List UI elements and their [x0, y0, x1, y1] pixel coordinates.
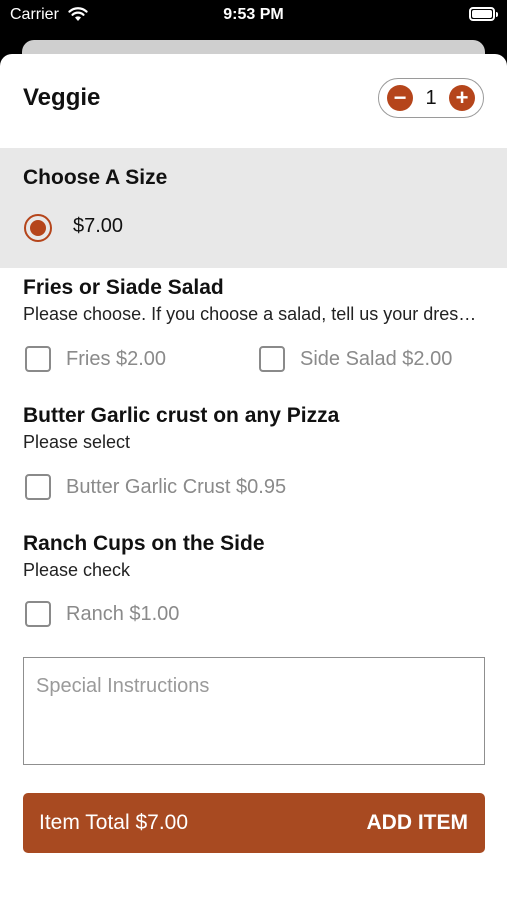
status-bar: Carrier 9:53 PM — [0, 0, 507, 32]
ranch-checkbox[interactable] — [25, 601, 51, 627]
item-options-sheet: Veggie − 1 + Choose A Size $7.00 Fries o… — [0, 54, 507, 900]
fries-option-label: Fries $2.00 — [66, 348, 167, 370]
size-heading: Choose A Size — [23, 166, 168, 189]
size-option-label: $7.00 — [73, 215, 124, 237]
group-title-butter-garlic: Butter Garlic crust on any Pizza — [23, 404, 340, 427]
clock: 9:53 PM — [223, 6, 284, 23]
group-subtitle-butter-garlic: Please select — [23, 432, 131, 452]
fries-checkbox[interactable] — [25, 346, 51, 372]
battery-icon — [469, 7, 498, 21]
ranch-option-label: Ranch $1.00 — [66, 603, 180, 625]
size-section: Choose A Size $7.00 — [0, 148, 507, 268]
special-instructions-input[interactable] — [23, 657, 485, 765]
item-total-label: Item Total $7.00 — [39, 811, 189, 834]
plus-icon[interactable]: + — [449, 85, 475, 111]
size-radio-selected[interactable] — [24, 214, 52, 242]
group-title-ranch: Ranch Cups on the Side — [23, 532, 265, 555]
group-subtitle-fries-salad: Please choose. If you choose a salad, te… — [23, 304, 485, 324]
side-salad-checkbox[interactable] — [259, 346, 285, 372]
butter-garlic-option-label: Butter Garlic Crust $0.95 — [66, 476, 287, 498]
butter-garlic-checkbox[interactable] — [25, 474, 51, 500]
item-title: Veggie — [23, 84, 101, 111]
side-salad-option-label: Side Salad $2.00 — [300, 348, 453, 370]
group-subtitle-ranch: Please check — [23, 560, 131, 580]
group-title-fries-salad: Fries or Siade Salad — [23, 276, 224, 299]
add-item-button[interactable]: Item Total $7.00 ADD ITEM — [23, 793, 485, 853]
quantity-stepper: − 1 + — [378, 78, 484, 118]
add-item-label: ADD ITEM — [366, 811, 469, 834]
